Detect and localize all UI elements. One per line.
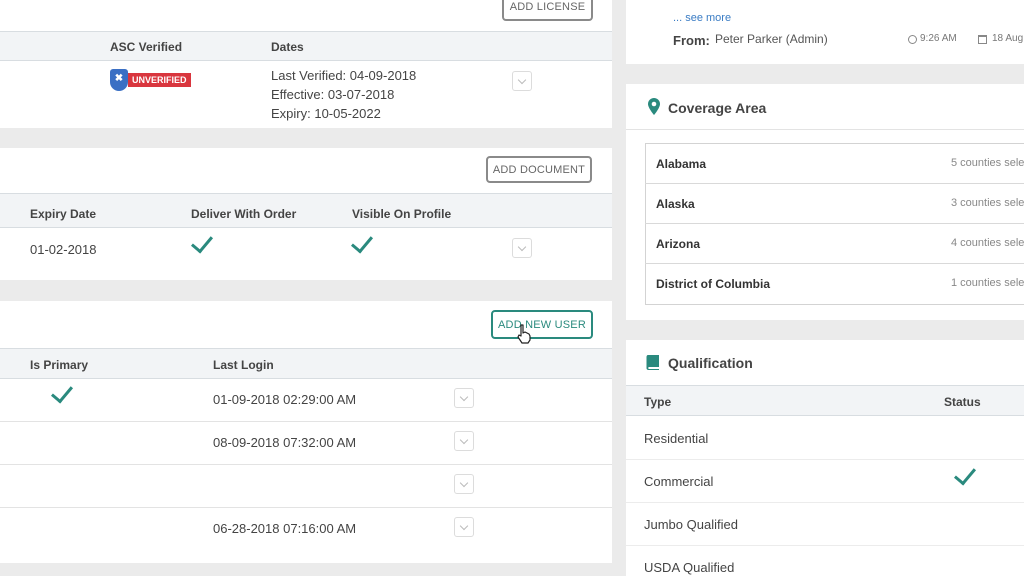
qualification-title: Qualification [668, 355, 753, 371]
message-time: 9:26 AM [920, 33, 957, 44]
coverage-count: 1 counties sele [951, 277, 1024, 289]
qualification-row: Jumbo Qualified [626, 503, 1024, 546]
coverage-row[interactable]: Alaska 3 counties sele [645, 184, 1024, 224]
coverage-state: District of Columbia [656, 277, 771, 291]
user-row-toggle[interactable] [454, 474, 474, 494]
col-asc-verified: ASC Verified [110, 40, 183, 54]
col-expiry-date: Expiry Date [30, 207, 97, 221]
add-document-button[interactable]: ADD DOCUMENT [486, 156, 592, 183]
coverage-state: Alabama [656, 157, 707, 171]
calendar-icon [978, 35, 987, 44]
col-is-primary: Is Primary [30, 358, 89, 372]
expiry-date: Expiry: 10-05-2022 [271, 106, 381, 121]
col-deliver-with-order: Deliver With Order [191, 207, 297, 221]
user-row-toggle[interactable] [454, 388, 474, 408]
user-last-login: 06-28-2018 07:16:00 AM [213, 521, 357, 536]
license-card: ADD LICENSE ASC Verified Dates ✖ UNVERIF… [0, 0, 612, 128]
coverage-row[interactable]: Alabama 5 counties sele [645, 144, 1024, 184]
document-row-toggle[interactable] [512, 238, 532, 258]
see-more-link[interactable]: ... see more [673, 12, 731, 24]
documents-table-header: Expiry Date Deliver With Order Visible O… [0, 193, 612, 228]
row-divider [0, 507, 612, 508]
users-table-header: Is Primary Last Login [0, 348, 612, 379]
coverage-count: 3 counties sele [951, 197, 1024, 209]
unverified-label: UNVERIFIED [128, 73, 191, 87]
col-status: Status [944, 395, 981, 409]
qualification-row: Residential [626, 417, 1024, 460]
qualification-type: Residential [644, 431, 709, 446]
hand-cursor-icon [517, 324, 531, 344]
coverage-divider [626, 129, 1024, 130]
license-row-toggle[interactable] [512, 71, 532, 91]
add-new-user-button[interactable]: ADD NEW USER [491, 310, 593, 339]
coverage-row[interactable]: Arizona 4 counties sele [645, 224, 1024, 264]
coverage-row[interactable]: District of Columbia 1 counties sele [645, 264, 1024, 304]
row-divider [0, 421, 612, 422]
qualification-table-header: Type Status [626, 385, 1024, 416]
message-card: ... see more From: Peter Parker (Admin) … [626, 0, 1024, 64]
document-expiry: 01-02-2018 [30, 242, 97, 257]
col-type: Type [644, 395, 672, 409]
message-date: 18 Aug [992, 33, 1024, 44]
qualification-type: USDA Qualified [644, 560, 735, 575]
clock-icon [908, 35, 917, 44]
user-last-login: 01-09-2018 02:29:00 AM [213, 392, 357, 407]
user-row-toggle[interactable] [454, 431, 474, 451]
col-visible-on-profile: Visible On Profile [352, 207, 452, 221]
last-verified-date: Last Verified: 04-09-2018 [271, 68, 417, 83]
row-divider [0, 464, 612, 465]
user-last-login: 08-09-2018 07:32:00 AM [213, 435, 357, 450]
coverage-title: Coverage Area [668, 100, 767, 116]
visible-check-icon [350, 230, 374, 254]
coverage-count: 5 counties sele [951, 157, 1024, 169]
from-name: Peter Parker (Admin) [715, 32, 828, 46]
col-last-login: Last Login [213, 358, 274, 372]
col-dates: Dates [271, 40, 304, 54]
qualification-type: Jumbo Qualified [644, 517, 738, 532]
shield-icon: ✖ [110, 69, 128, 91]
coverage-state: Arizona [656, 237, 701, 251]
coverage-count: 4 counties sele [951, 237, 1024, 249]
deliver-check-icon [190, 230, 214, 254]
user-row-toggle[interactable] [454, 517, 474, 537]
effective-date: Effective: 03-07-2018 [271, 87, 395, 102]
coverage-state: Alaska [656, 197, 695, 211]
documents-card: ADD DOCUMENT Expiry Date Deliver With Or… [0, 148, 612, 280]
add-license-button[interactable]: ADD LICENSE [502, 0, 593, 21]
qualification-type: Commercial [644, 474, 714, 489]
map-pin-icon [648, 98, 660, 115]
status-check-icon [953, 462, 977, 486]
qualification-row: Commercial [626, 460, 1024, 503]
primary-check-icon [50, 380, 74, 404]
license-table-header: ASC Verified Dates [0, 31, 612, 61]
book-icon [646, 355, 659, 370]
from-label: From: [673, 33, 710, 48]
qualification-row: USDA Qualified [626, 546, 1024, 576]
